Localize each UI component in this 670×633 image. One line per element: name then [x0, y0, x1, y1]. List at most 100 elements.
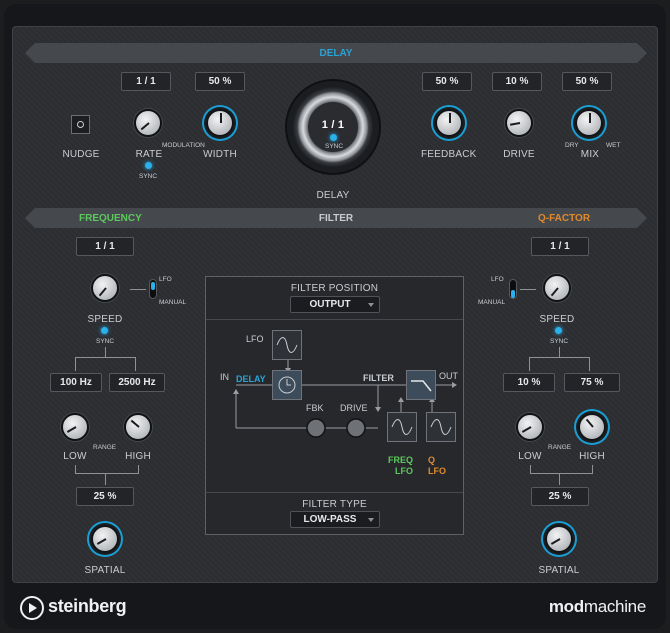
freq-tree-bar [75, 357, 136, 358]
filter-diagram: FILTER POSITION OUTPUT LFO IN DELAY FILT… [205, 276, 464, 535]
signal-flow-svg [233, 360, 457, 438]
freq-lfo-flow-label: LFO [395, 466, 413, 476]
freq-lfo-label: LFO [159, 276, 172, 283]
q-low-value[interactable]: 10 % [503, 373, 555, 392]
q-merge-stem [559, 473, 560, 485]
rate-label: RATE [135, 149, 163, 160]
width-value[interactable]: 50 % [195, 72, 245, 91]
freq-speed-knob[interactable] [91, 274, 119, 302]
qfactor-header: Q-FACTOR [538, 213, 591, 224]
width-label: WIDTH [203, 149, 237, 160]
mix-value[interactable]: 50 % [562, 72, 612, 91]
mix-dry-label: DRY [565, 142, 579, 149]
freq-merge-right [138, 465, 139, 473]
modulation-label: MODULATION [162, 142, 205, 149]
filter-type-label: FILTER TYPE [302, 499, 367, 510]
delay-main-value: 1 / 1 [321, 119, 345, 131]
out-label: OUT [439, 371, 458, 381]
rate-sync-led[interactable] [145, 162, 152, 169]
delay-main-label: DELAY [316, 190, 350, 201]
freq-high-value[interactable]: 2500 Hz [109, 373, 165, 392]
q-low-knob[interactable] [516, 413, 544, 441]
delay-flow-label: DELAY [236, 374, 266, 384]
steinberg-logo-icon [20, 596, 44, 620]
drive-mini-knob [346, 418, 366, 438]
q-speed-connector [520, 289, 536, 290]
mix-label: MIX [580, 149, 600, 160]
q-spatial-value[interactable]: 25 % [531, 487, 589, 506]
q-lfo-label: LFO [491, 276, 504, 283]
freq-high-knob[interactable] [124, 413, 152, 441]
q-manual-label: MANUAL [478, 299, 506, 306]
rate-value[interactable]: 1 / 1 [121, 72, 171, 91]
freq-manual-label: MANUAL [159, 299, 187, 306]
freq-tree-right [135, 357, 136, 371]
product-name-light: machine [583, 597, 646, 616]
q-rate-value[interactable]: 1 / 1 [531, 237, 589, 256]
freq-merge-bar [75, 473, 139, 474]
lfo-label: LFO [246, 334, 264, 344]
delay-main-sync-label: SYNC [325, 143, 344, 150]
rate-knob[interactable] [134, 109, 162, 137]
freq-spatial-label: SPATIAL [84, 565, 126, 576]
q-spatial-knob[interactable] [545, 525, 573, 553]
feedback-value[interactable]: 50 % [422, 72, 472, 91]
freq-high-label: HIGH [125, 451, 151, 462]
filter-position-dropdown[interactable]: OUTPUT [290, 296, 380, 313]
q-sync-label: SYNC [550, 338, 569, 345]
q-high-value[interactable]: 75 % [564, 373, 620, 392]
freq-sync-led[interactable] [101, 327, 108, 334]
delay-time-icon [278, 376, 296, 394]
filter-position-label: FILTER POSITION [290, 283, 379, 294]
nudge-label: NUDGE [62, 149, 100, 160]
q-lfo-manual-toggle[interactable] [509, 279, 517, 299]
q-range-label: RANGE [548, 444, 572, 451]
delay-main-sync-led[interactable] [330, 134, 337, 141]
freq-rate-value[interactable]: 1 / 1 [76, 237, 134, 256]
freq-speed-label: SPEED [87, 314, 123, 325]
delay-header: DELAY [319, 48, 353, 59]
nudge-icon [77, 121, 84, 128]
q-high-knob[interactable] [578, 413, 606, 441]
drive-value[interactable]: 10 % [492, 72, 542, 91]
drive-knob[interactable] [505, 109, 533, 137]
width-knob[interactable] [206, 109, 234, 137]
q-flow-label: Q [428, 455, 436, 465]
mix-knob[interactable] [575, 109, 603, 137]
freq-lfo-manual-toggle[interactable] [149, 279, 157, 299]
footer: steinberg modmachine [4, 590, 666, 626]
lowpass-filter-box[interactable] [406, 370, 436, 400]
drive-flow-label: DRIVE [340, 403, 368, 413]
q-tree-left [529, 357, 530, 371]
feedback-knob[interactable] [435, 109, 463, 137]
fbk-knob [306, 418, 326, 438]
q-lfo-box[interactable] [426, 412, 456, 442]
nudge-button[interactable] [71, 115, 90, 134]
delay-box[interactable] [272, 370, 302, 400]
freq-low-knob[interactable] [61, 413, 89, 441]
lfo-sine-box[interactable] [272, 330, 302, 360]
freq-flow-label: FREQ [388, 455, 414, 465]
in-label: IN [220, 372, 229, 382]
q-speed-knob[interactable] [543, 274, 571, 302]
q-sync-led[interactable] [555, 327, 562, 334]
freq-spatial-value[interactable]: 25 % [76, 487, 134, 506]
q-lfo-sine-icon [430, 419, 452, 435]
drive-label: DRIVE [503, 149, 535, 160]
freq-range-label: RANGE [93, 444, 117, 451]
delay-main-knob[interactable]: 1 / 1 SYNC [285, 79, 381, 175]
feedback-label: FEEDBACK [421, 149, 477, 160]
q-tree-stem [559, 347, 560, 357]
q-tree-bar [529, 357, 590, 358]
diagram-divider-bottom [206, 492, 463, 493]
q-merge-bar [530, 473, 593, 474]
freq-low-value[interactable]: 100 Hz [50, 373, 102, 392]
freq-lfo-box[interactable] [387, 412, 417, 442]
q-tree-right [589, 357, 590, 371]
filter-type-dropdown[interactable]: LOW-PASS [290, 511, 380, 528]
q-high-label: HIGH [579, 451, 605, 462]
q-speed-label: SPEED [539, 314, 575, 325]
freq-merge-stem [105, 473, 106, 485]
freq-spatial-knob[interactable] [91, 525, 119, 553]
freq-lfo-sine-icon [391, 419, 413, 435]
